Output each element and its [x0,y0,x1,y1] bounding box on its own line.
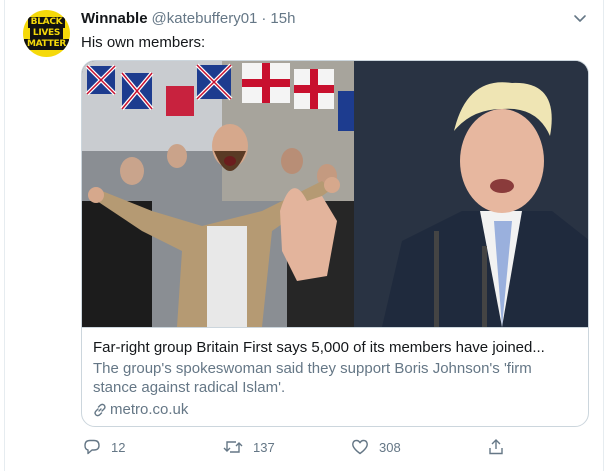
tweet-header: Winnable @katebuffery01 · 15h [81,10,295,27]
link-card[interactable]: Far-right group Britain First says 5,000… [81,60,589,427]
tweet-container[interactable]: BLACK LIVES MATTER Winnable @katebuffery… [4,0,604,471]
retweet-count: 137 [253,439,275,455]
like-icon [352,439,368,455]
retweet-icon [223,441,243,453]
separator: · [261,10,267,27]
avatar[interactable]: BLACK LIVES MATTER [23,10,70,57]
like-count: 308 [379,439,401,455]
card-photo [82,61,588,327]
link-icon [94,403,106,416]
avatar-line-1: BLACK [27,17,66,28]
share-button[interactable] [487,438,515,456]
retweet-button[interactable]: 137 [223,438,275,456]
card-title: Far-right group Britain First says 5,000… [93,339,545,356]
card-description: The group's spokeswoman said they suppor… [93,360,532,396]
timestamp[interactable]: 15h [270,10,295,27]
share-icon [489,439,503,455]
author-name[interactable]: Winnable [81,10,148,27]
avatar-line-2: LIVES [29,28,64,39]
reply-button[interactable]: 12 [83,438,125,456]
chevron-down-icon[interactable] [573,14,587,24]
reply-icon [84,439,100,455]
like-button[interactable]: 308 [351,438,401,456]
card-domain: metro.co.uk [110,401,189,418]
tweet-text: His own members: [81,34,206,51]
avatar-line-3: MATTER [24,39,69,50]
author-handle[interactable]: @katebuffery01 [152,10,258,27]
card-image[interactable] [82,61,588,327]
card-domain-row: metro.co.uk [93,401,580,418]
card-text[interactable]: Far-right group Britain First says 5,000… [82,327,588,426]
action-bar: 12 137 308 [83,438,513,458]
reply-count: 12 [111,439,126,455]
